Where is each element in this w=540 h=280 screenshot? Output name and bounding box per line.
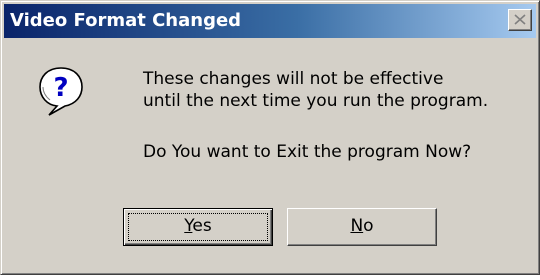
no-mnemonic: N <box>350 216 364 236</box>
title-bar[interactable]: Video Format Changed <box>4 4 536 38</box>
dialog-window: Video Format Changed ? These changes wil… <box>0 0 540 275</box>
yes-label-rest: es <box>192 216 212 236</box>
yes-button-label: Yes <box>184 216 211 236</box>
yes-button[interactable]: Yes <box>123 208 273 246</box>
message-line-2: until the next time you run the program. <box>143 91 489 111</box>
message-question: Do You want to Exit the program Now? <box>143 142 472 162</box>
no-button[interactable]: No <box>287 208 437 246</box>
message-line-1: These changes will not be effective <box>143 69 444 89</box>
close-icon <box>514 14 526 25</box>
no-label-rest: o <box>363 216 374 236</box>
close-button[interactable] <box>508 9 532 31</box>
question-icon: ? <box>37 65 85 117</box>
svg-text:?: ? <box>53 73 68 103</box>
dialog-title: Video Format Changed <box>10 10 242 31</box>
no-button-label: No <box>350 216 373 236</box>
